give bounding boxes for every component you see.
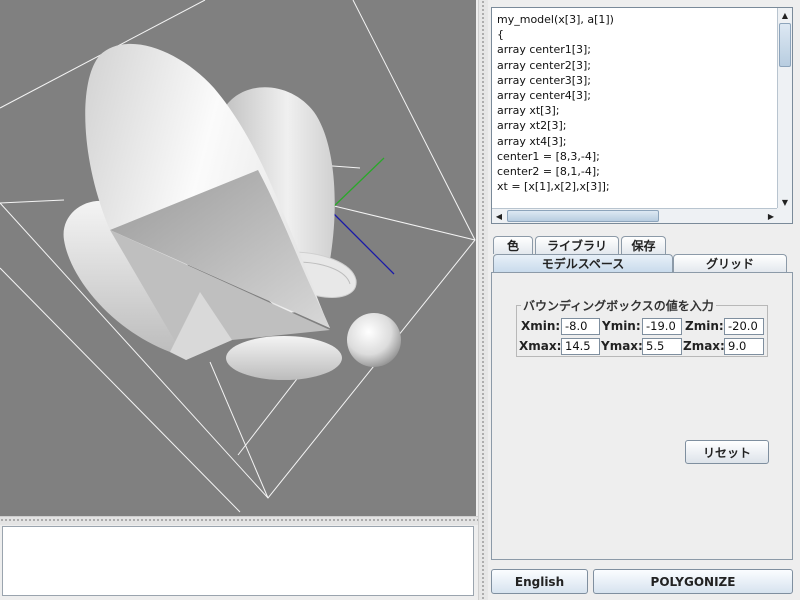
scroll-left-icon[interactable]: ◀ xyxy=(492,209,506,223)
ymax-label: Ymax: xyxy=(601,339,643,353)
code-line: { xyxy=(497,28,504,42)
tab-label: ライブラリ xyxy=(546,239,607,253)
xmax-label: Xmax: xyxy=(519,339,562,353)
code-line: array xt2[3]; xyxy=(497,119,567,133)
horizontal-scroll-thumb[interactable] xyxy=(507,210,659,222)
tab-label: 保存 xyxy=(631,239,656,253)
zmin-field[interactable]: -20.0 xyxy=(724,318,764,335)
polygonize-button[interactable]: POLYGONIZE xyxy=(593,569,793,594)
xmax-field[interactable]: 14.5 xyxy=(561,338,600,355)
3d-viewport[interactable] xyxy=(0,0,476,516)
splitter-grip xyxy=(0,519,478,521)
code-text[interactable]: my_model(x[3], a[1]){array center1[3]; ar… xyxy=(492,8,778,209)
code-line: center2 = [8,1,-4]; xyxy=(497,165,600,179)
tab-library[interactable]: ライブラリ xyxy=(535,236,619,254)
vertical-scrollbar[interactable]: ▲ ▼ xyxy=(777,8,792,209)
code-line: array center2[3]; xyxy=(497,58,592,72)
language-button[interactable]: English xyxy=(491,569,588,594)
tab-save[interactable]: 保存 xyxy=(621,236,666,254)
tab-grid[interactable]: グリッド xyxy=(673,254,787,272)
zmax-field[interactable]: 9.0 xyxy=(724,338,764,355)
zmin-label: Zmin: xyxy=(685,319,724,333)
code-line: center1 = [8,3,-4]; xyxy=(497,149,600,163)
code-editor[interactable]: my_model(x[3], a[1]){array center1[3]; ar… xyxy=(491,7,793,224)
scrollbar-corner xyxy=(777,208,792,223)
code-line: array center1[3]; xyxy=(497,43,592,57)
scroll-up-icon[interactable]: ▲ xyxy=(778,8,792,22)
message-area[interactable] xyxy=(2,526,474,596)
scroll-right-icon[interactable]: ▶ xyxy=(764,209,778,223)
ymax-field[interactable]: 5.5 xyxy=(642,338,682,355)
code-line: array center3[3]; xyxy=(497,73,592,87)
xmin-field[interactable]: -8.0 xyxy=(561,318,600,335)
ymin-label: Ymin: xyxy=(602,319,641,333)
splitter-grip xyxy=(482,0,484,600)
code-line: xt = [x[1],x[2],x[3]]; xyxy=(497,180,610,194)
tab-model-space[interactable]: モデルスペース xyxy=(493,254,673,272)
tab-color[interactable]: 色 xyxy=(493,236,533,254)
scroll-down-icon[interactable]: ▼ xyxy=(778,195,792,209)
reset-button[interactable]: リセット xyxy=(685,440,769,464)
xmin-label: Xmin: xyxy=(521,319,561,333)
ymin-field[interactable]: -19.0 xyxy=(642,318,682,335)
code-line: my_model(x[3], a[1]) xyxy=(497,13,614,26)
code-line: array xt4[3]; xyxy=(497,134,567,148)
code-line: array xt[3]; xyxy=(497,104,560,118)
zmax-label: Zmax: xyxy=(683,339,725,353)
tab-label: グリッド xyxy=(705,257,754,271)
tab-label: モデルスペース xyxy=(541,257,625,271)
horizontal-scrollbar[interactable]: ◀ ▶ xyxy=(492,208,778,223)
vertical-scroll-thumb[interactable] xyxy=(779,23,791,67)
y-axis-line xyxy=(329,157,385,211)
code-line: array center4[3]; xyxy=(497,89,592,103)
bounding-box-legend: バウンディングボックスの値を入力 xyxy=(521,297,716,314)
model-render xyxy=(0,0,476,513)
tab-label: 色 xyxy=(506,239,519,253)
